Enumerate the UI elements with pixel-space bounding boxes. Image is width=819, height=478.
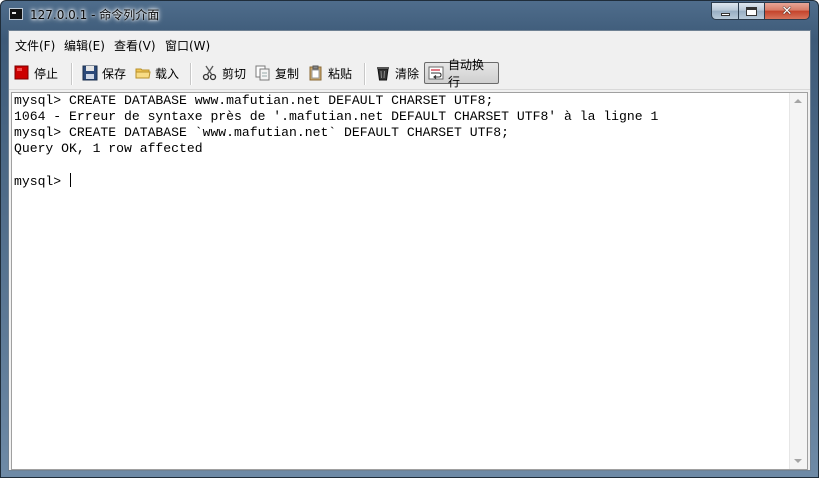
clear-button[interactable]: 清除 — [372, 62, 422, 84]
console-line: mysql> CREATE DATABASE `www.mafutian.net… — [14, 125, 510, 140]
menu-view[interactable]: 查看(V) — [114, 37, 156, 54]
cut-label: 剪切 — [222, 66, 247, 81]
paste-button[interactable]: 粘贴 — [305, 62, 355, 84]
wrap-label: 自动换行 — [448, 58, 485, 89]
console-output[interactable]: mysql> CREATE DATABASE www.mafutian.net … — [11, 92, 808, 470]
save-button[interactable]: 保存 — [79, 62, 129, 84]
menu-window[interactable]: 窗口(W) — [165, 37, 210, 54]
console-lines: mysql> CREATE DATABASE www.mafutian.net … — [14, 93, 790, 189]
folder-icon — [135, 65, 151, 81]
minimize-icon — [720, 12, 730, 16]
copy-label: 复制 — [275, 66, 300, 81]
toolbar-separator — [364, 63, 366, 85]
copy-button[interactable]: 复制 — [252, 62, 302, 84]
console-line: Query OK, 1 row affected — [14, 141, 203, 156]
client-area: 文件(F) 编辑(E) 查看(V) 窗口(W) 停止 保存 载入 剪切 复制 粘… — [8, 30, 811, 471]
paste-icon — [308, 65, 324, 81]
stop-button[interactable]: 停止 — [11, 62, 61, 84]
scroll-up-icon[interactable] — [794, 99, 802, 103]
close-button[interactable]: ✕ — [764, 2, 810, 20]
app-window: 127.0.0.1 - 命令列介面 ✕ 文件(F) 编辑(E) 查看(V) 窗口… — [0, 0, 819, 478]
window-controls: ✕ — [711, 2, 810, 21]
menu-file[interactable]: 文件(F) — [15, 37, 55, 54]
minimize-button[interactable] — [711, 2, 738, 20]
menu-edit[interactable]: 编辑(E) — [64, 37, 105, 54]
word-wrap-toggle[interactable]: 自动换行 — [424, 58, 499, 89]
console-line: 1064 - Erreur de syntaxe près de '.mafut… — [14, 109, 659, 124]
clear-label: 清除 — [395, 66, 420, 81]
vertical-scrollbar[interactable] — [789, 93, 807, 469]
toolbar-separator — [190, 63, 192, 85]
paste-label: 粘贴 — [328, 66, 353, 81]
wrap-icon — [428, 65, 444, 81]
console-app-icon[interactable] — [9, 8, 23, 20]
scissors-icon — [202, 65, 218, 81]
load-button[interactable]: 载入 — [132, 62, 182, 84]
toolbar: 停止 保存 载入 剪切 复制 粘贴 清除 自动换行 — [9, 58, 810, 90]
maximize-button[interactable] — [738, 2, 764, 20]
console-line: mysql> CREATE DATABASE www.mafutian.net … — [14, 93, 494, 108]
text-cursor — [70, 173, 72, 187]
console-prompt: mysql> — [14, 174, 70, 189]
close-icon: ✕ — [781, 3, 793, 19]
copy-icon — [255, 65, 271, 81]
maximize-icon — [746, 6, 757, 16]
console-prompt-line[interactable]: mysql> — [14, 173, 790, 189]
clear-icon — [375, 65, 391, 81]
window-title: 127.0.0.1 - 命令列介面 — [30, 8, 160, 22]
menu-bar: 文件(F) 编辑(E) 查看(V) 窗口(W) — [9, 31, 810, 59]
toolbar-separator — [71, 63, 73, 85]
scroll-down-icon[interactable] — [794, 459, 802, 463]
stop-label: 停止 — [34, 66, 59, 81]
save-label: 保存 — [102, 66, 127, 81]
title-bar[interactable]: 127.0.0.1 - 命令列介面 ✕ — [1, 1, 818, 29]
load-label: 载入 — [155, 66, 180, 81]
cut-button[interactable]: 剪切 — [199, 62, 249, 84]
save-icon — [82, 65, 98, 81]
stop-icon — [14, 65, 30, 81]
